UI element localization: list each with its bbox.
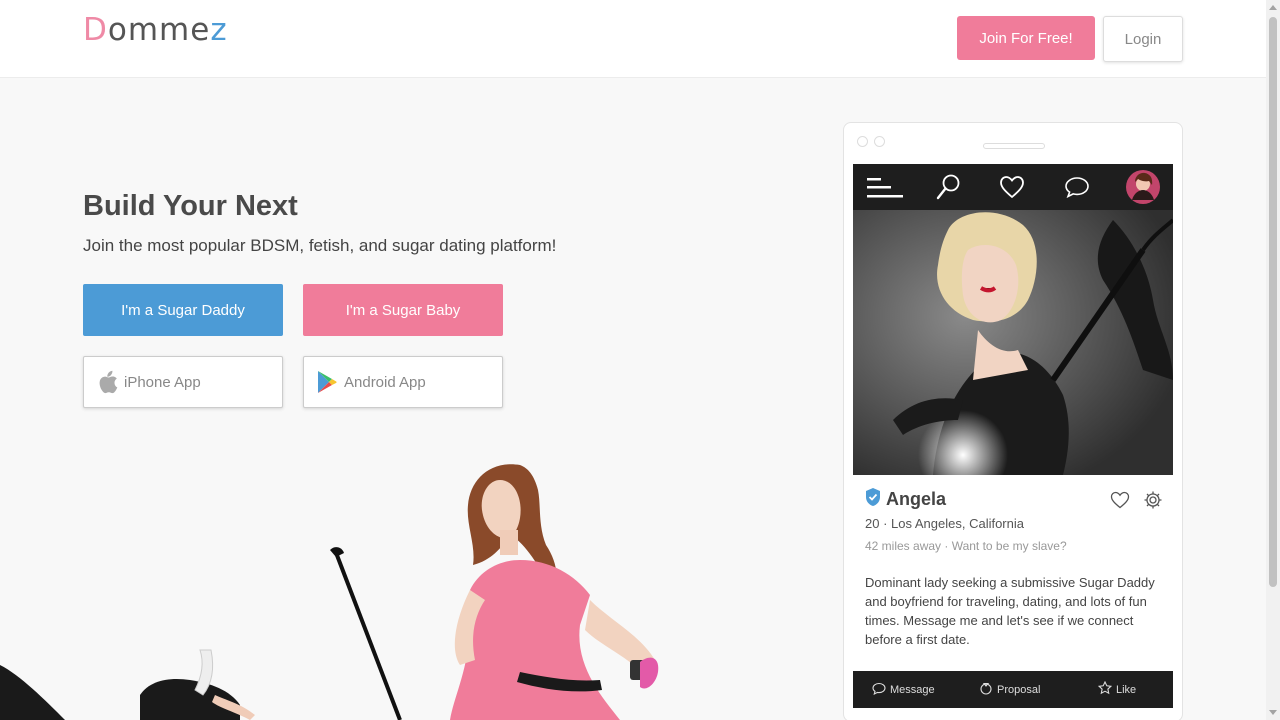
proposal-action[interactable]: Proposal (979, 671, 1040, 708)
sugar-baby-button[interactable]: I'm a Sugar Baby (303, 284, 503, 336)
app-navbar (853, 164, 1173, 210)
logo-letter-d: D (83, 12, 108, 48)
scrollbar[interactable] (1266, 0, 1280, 720)
menu-icon[interactable] (867, 177, 903, 204)
hero-illustration (0, 464, 659, 720)
login-button[interactable]: Login (1103, 16, 1183, 62)
profile-distance-tagline: 42 miles away · Want to be my slave? (865, 539, 1067, 553)
profile-age-location: 20 · Los Angeles, California (865, 516, 1024, 531)
phone-speaker (983, 143, 1045, 149)
apple-icon (96, 370, 118, 398)
sugar-daddy-button[interactable]: I'm a Sugar Daddy (83, 284, 283, 336)
hero-subtitle: Join the most popular BDSM, fetish, and … (83, 236, 557, 255)
phone-dot (874, 136, 885, 147)
iphone-app-label: iPhone App (124, 373, 201, 391)
logo[interactable]: Dommez (83, 12, 228, 48)
iphone-app-button[interactable]: iPhone App (83, 356, 283, 408)
profile-photo[interactable] (853, 210, 1173, 475)
profile-action-bar: Message Proposal Like (853, 671, 1173, 708)
logo-letter-z: z (210, 12, 228, 48)
verified-icon (864, 487, 882, 512)
scroll-up-arrow[interactable] (1269, 5, 1277, 10)
message-action[interactable]: Message (872, 671, 935, 708)
site-header: Dommez Join For Free! Login (0, 0, 1266, 78)
gear-icon[interactable] (1143, 490, 1163, 515)
favorite-heart-icon[interactable] (1110, 491, 1130, 514)
profile-name: Angela (886, 489, 947, 509)
phone-mockup: Angela 20 · Los Angeles, California 42 m… (843, 122, 1183, 720)
hero-title: Build Your Next (83, 190, 298, 222)
like-action[interactable]: Like (1097, 671, 1137, 708)
scroll-down-arrow[interactable] (1269, 710, 1277, 715)
like-label: Like (1116, 683, 1137, 696)
join-button[interactable]: Join For Free! (957, 16, 1095, 60)
heart-icon[interactable] (999, 175, 1025, 204)
star-icon (1097, 680, 1113, 698)
profile-bio: Dominant lady seeking a submissive Sugar… (865, 575, 1155, 647)
android-app-label: Android App (344, 373, 426, 391)
chat-icon[interactable] (1064, 176, 1090, 203)
proposal-label: Proposal (997, 683, 1041, 696)
phone-dot (857, 136, 868, 147)
message-icon (872, 682, 886, 698)
search-icon[interactable] (935, 173, 961, 206)
logo-middle: omme (107, 12, 211, 48)
avatar[interactable] (1126, 170, 1160, 209)
message-label: Message (890, 683, 935, 696)
play-store-icon (316, 370, 338, 398)
proposal-icon (979, 681, 993, 698)
android-app-button[interactable]: Android App (303, 356, 503, 408)
scroll-thumb[interactable] (1269, 17, 1277, 587)
